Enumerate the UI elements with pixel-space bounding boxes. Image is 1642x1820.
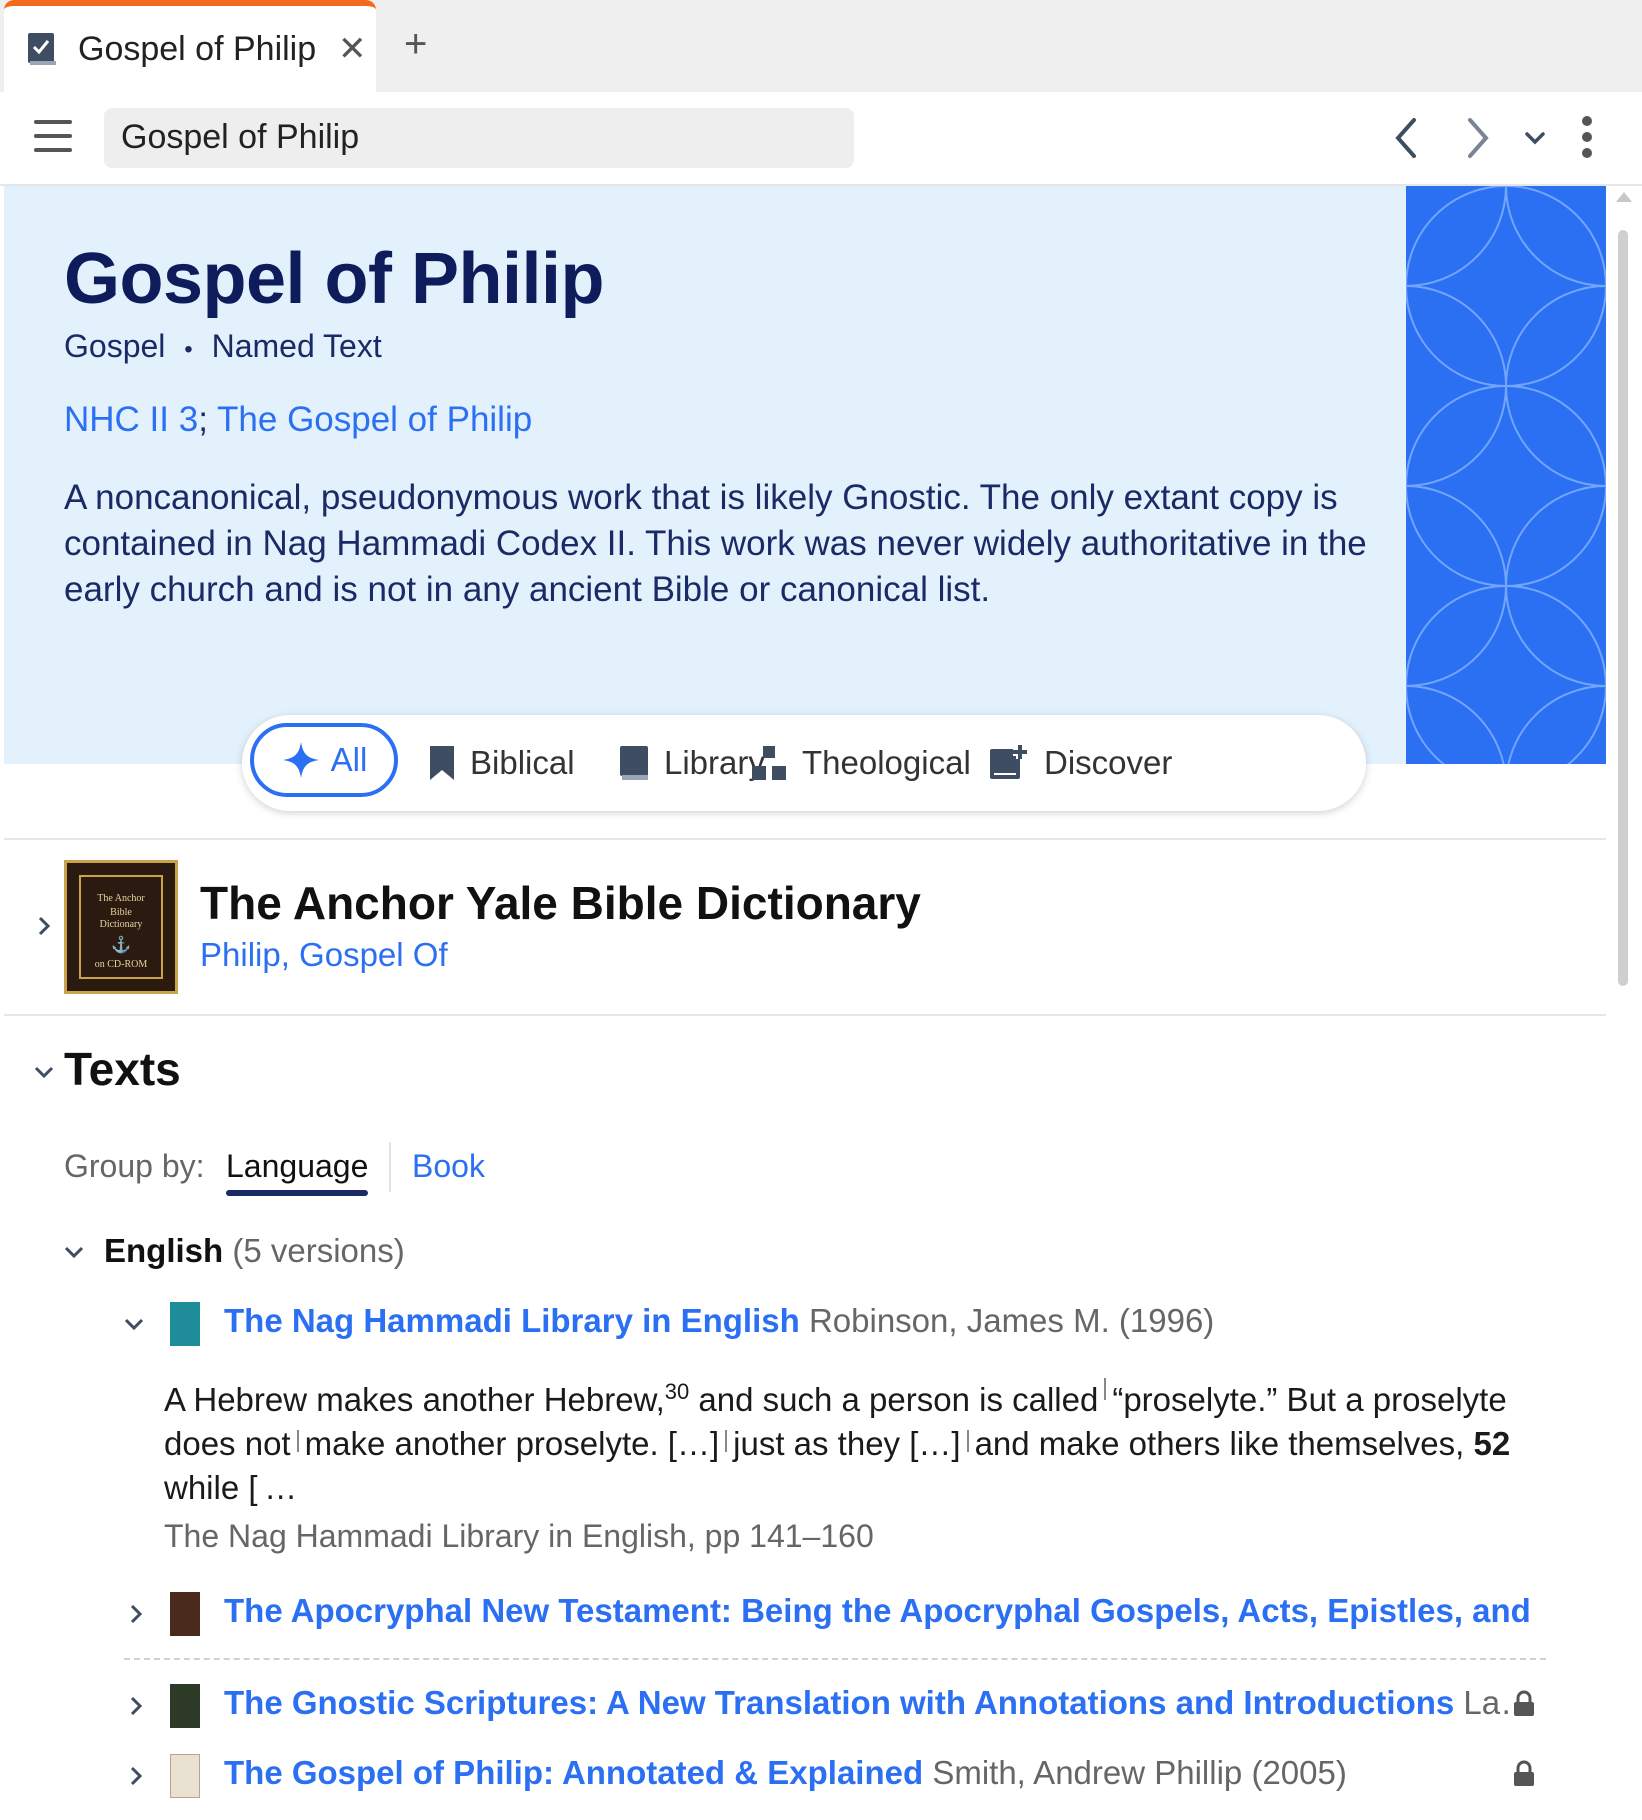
lock-icon [1514, 1760, 1534, 1786]
book-title-link[interactable]: The Nag Hammadi Library in English Robin… [224, 1302, 1214, 1340]
tab-bar: Gospel of Philip ✕ + [0, 0, 1642, 92]
chevron-right-icon[interactable] [124, 1694, 148, 1718]
anchor-emblem-icon: ⚓ [111, 937, 131, 954]
cover-text-line4: on CD-ROM [94, 959, 148, 970]
description: A noncanonical, pseudonymous work that i… [64, 478, 1367, 609]
book-title: The Gnostic Scriptures: A New Translatio… [224, 1684, 1455, 1721]
group-by-label: Group by: [64, 1148, 205, 1184]
book-cover-thumbnail [170, 1684, 200, 1728]
excerpt-text: just as they […] [733, 1425, 961, 1462]
close-icon[interactable]: ✕ [338, 32, 367, 66]
tab-title: Gospel of Philip [78, 30, 317, 68]
search-input[interactable]: Gospel of Philip [104, 108, 854, 168]
back-arrow-icon[interactable] [1386, 114, 1426, 162]
cover-text-line2: Bible [110, 907, 132, 918]
reference-link-gospel[interactable]: The Gospel of Philip [217, 400, 532, 439]
checkbox-document-icon [28, 33, 56, 65]
filter-theological[interactable]: Theological [750, 715, 971, 811]
dictionary-title[interactable]: The Anchor Yale Bible Dictionary [200, 876, 921, 930]
page-number: 52 [1473, 1425, 1511, 1462]
filter-all-label: All [330, 741, 368, 778]
reference-link-nhc[interactable]: NHC II 3 [64, 400, 198, 439]
sparkle-icon [282, 742, 319, 778]
book-title: The Gospel of Philip: Annotated & Explai… [224, 1754, 924, 1791]
type-label: Gospel [64, 328, 166, 364]
more-options-icon[interactable] [1582, 116, 1594, 164]
filter-discover[interactable]: Discover [988, 715, 1172, 811]
dictionary-article-link[interactable]: Philip, Gospel Of [200, 936, 448, 974]
text-excerpt: A Hebrew makes another Hebrew,30 and suc… [164, 1370, 1554, 1510]
bookmark-icon [430, 746, 454, 780]
hamburger-menu-icon[interactable] [34, 120, 72, 152]
book-title: The Nag Hammadi Library in English [224, 1302, 800, 1339]
tab-gospel-of-philip[interactable]: Gospel of Philip ✕ [4, 0, 376, 92]
line-marker [296, 1430, 299, 1452]
footnote-marker[interactable]: 30 [665, 1379, 689, 1404]
book-author: Smith, Andrew Phillip (2005) [932, 1754, 1347, 1791]
toolbar: Gospel of Philip [0, 92, 1642, 186]
book-icon [620, 746, 648, 780]
excerpt-text: A Hebrew makes another Hebrew, [164, 1381, 665, 1418]
filter-biblical[interactable]: Biblical [428, 715, 575, 811]
line-marker [1104, 1378, 1107, 1400]
book-title-link[interactable]: The Apocryphal New Testament: Being the … [224, 1592, 1530, 1630]
filter-discover-label: Discover [1044, 744, 1173, 781]
book-title-link[interactable]: The Gospel of Philip: Annotated & Explai… [224, 1754, 1347, 1792]
page-title: Gospel of Philip [64, 239, 605, 319]
chevron-right-icon[interactable] [124, 1764, 148, 1788]
book-title-link[interactable]: The Gnostic Scriptures: A New Translatio… [224, 1684, 1533, 1722]
group-by-book-tab[interactable]: Book [412, 1148, 485, 1185]
book-title: The Apocryphal New Testament: Being the … [224, 1592, 1530, 1629]
references: NHC II 3; The Gospel of Philip [64, 400, 532, 440]
line-marker [966, 1430, 969, 1452]
decorative-pattern [1406, 186, 1606, 764]
chevron-right-icon[interactable] [32, 914, 56, 938]
book-cover-thumbnail [170, 1592, 200, 1636]
language-group-english[interactable]: English (5 versions) [104, 1232, 405, 1270]
chevron-right-icon[interactable] [124, 1602, 148, 1626]
divider [124, 1658, 1546, 1660]
book-author: Robinson, James M. (1996) [808, 1302, 1215, 1339]
filter-bar: All Biblical Library Theological Discove… [242, 715, 1366, 811]
forward-arrow-icon[interactable] [1458, 114, 1498, 162]
version-count: (5 versions) [232, 1232, 405, 1269]
section-heading-texts: Texts [64, 1043, 181, 1095]
filter-all[interactable]: All [250, 723, 398, 797]
scroll-up-arrow-icon[interactable] [1616, 192, 1632, 202]
bullet-separator: • [184, 336, 193, 363]
line-marker [725, 1430, 728, 1452]
reference-separator: ; [198, 400, 208, 439]
subtype-label: Named Text [211, 328, 382, 364]
excerpt-text: make another proselyte. […] [304, 1425, 720, 1462]
chevron-down-icon[interactable] [62, 1240, 86, 1264]
search-input-value: Gospel of Philip [121, 118, 360, 156]
active-tab-indicator [226, 1190, 368, 1196]
excerpt-text: and make others like themselves, [974, 1425, 1465, 1462]
new-tab-button[interactable]: + [404, 24, 427, 64]
excerpt-text: and such a person is called [689, 1381, 1099, 1418]
excerpt-text: while [ … [164, 1469, 298, 1506]
book-cover-thumbnail [170, 1302, 200, 1346]
group-by-language-tab[interactable]: Language [226, 1148, 368, 1185]
entity-type: Gospel • Named Text [64, 328, 382, 365]
filter-theological-label: Theological [802, 744, 971, 781]
add-collection-icon [990, 745, 1027, 779]
excerpt-source[interactable]: The Nag Hammadi Library in English, pp 1… [164, 1518, 874, 1555]
book-cover-thumbnail [170, 1754, 200, 1798]
history-dropdown-icon[interactable] [1522, 114, 1548, 162]
language-name: English [104, 1232, 224, 1269]
scrollbar-thumb[interactable] [1618, 230, 1628, 986]
divider [4, 1014, 1606, 1016]
lock-icon [1514, 1690, 1534, 1716]
blocks-icon [752, 746, 786, 780]
chevron-down-icon[interactable] [32, 1060, 56, 1084]
filter-library[interactable]: Library [618, 715, 765, 811]
divider [389, 1142, 391, 1192]
filter-biblical-label: Biblical [470, 744, 575, 781]
cover-text-line3: Dictionary [99, 919, 143, 930]
chevron-down-icon[interactable] [122, 1312, 146, 1336]
cover-text-line1: The Anchor [97, 893, 145, 904]
divider [4, 838, 1606, 840]
book-cover-anchor-yale[interactable]: The Anchor Bible Dictionary ⚓ on CD-ROM [64, 860, 178, 994]
